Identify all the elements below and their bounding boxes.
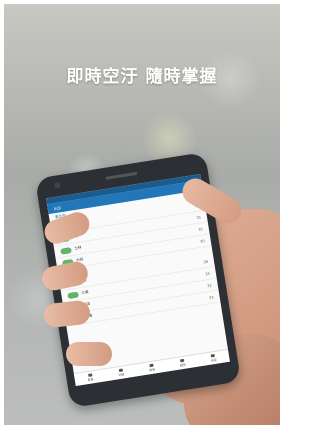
tab-label: 趨勢 xyxy=(179,362,187,368)
tab-label: 地圖 xyxy=(118,372,125,378)
tab-label: 首頁 xyxy=(87,377,94,383)
headline: 即時空汙 隨時掌握 xyxy=(66,67,218,87)
tab-forecast[interactable]: 預報 xyxy=(148,363,155,372)
finger xyxy=(66,342,112,366)
aqi-value: 30 xyxy=(199,238,205,244)
aqi-value: 35 xyxy=(197,226,204,232)
cloud-icon xyxy=(60,246,72,255)
aqi-value: 34 xyxy=(204,271,211,276)
aqi-value: 35 xyxy=(196,214,202,220)
tab-trend[interactable]: 趨勢 xyxy=(179,358,187,368)
aqi-value: 39 xyxy=(203,259,209,265)
tab-settings[interactable]: 設定 xyxy=(210,353,218,363)
app-title: AQI xyxy=(53,204,62,211)
camera-icon xyxy=(53,182,61,189)
aqi-value: 33 xyxy=(208,294,214,300)
cloud-icon xyxy=(67,291,79,299)
tab-label: 預報 xyxy=(148,367,156,373)
tab-map[interactable]: 地圖 xyxy=(117,368,125,378)
promo-banner: 即時空汙 隨時掌握 AQI ⟳ 臺北市 中山 37 古亭 35 xyxy=(4,4,280,425)
aqi-value: 32 xyxy=(206,283,213,288)
tab-label: 設定 xyxy=(210,357,218,363)
tab-home[interactable]: 首頁 xyxy=(87,373,94,382)
speaker-grille xyxy=(105,171,138,180)
